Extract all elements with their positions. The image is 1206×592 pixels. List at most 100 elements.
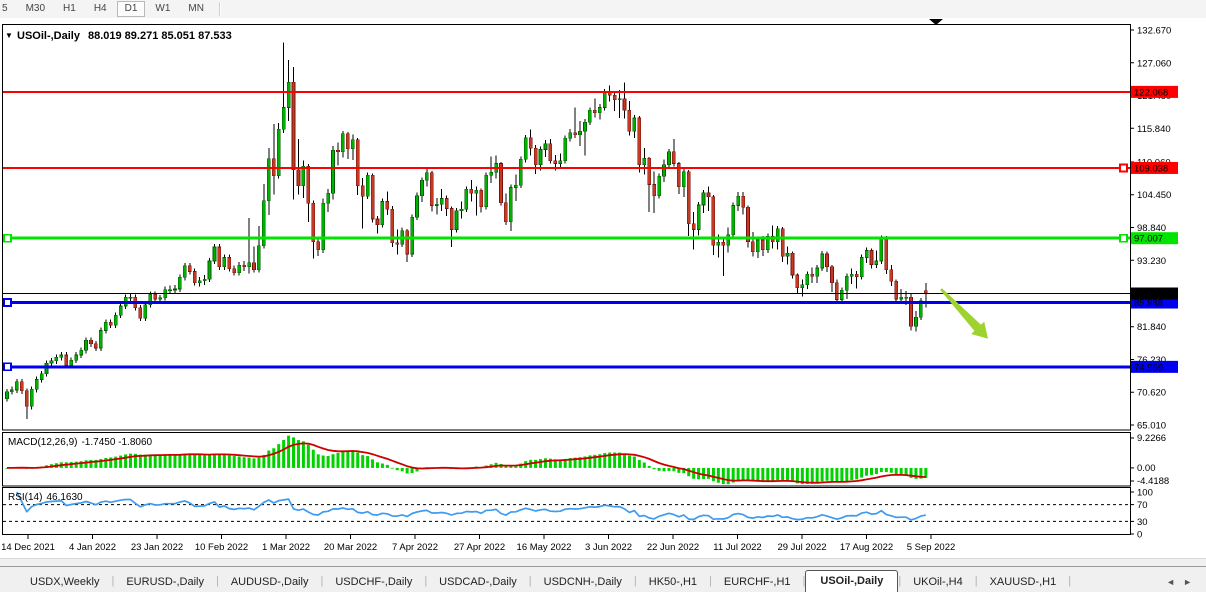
macd-histogram-bar	[628, 456, 631, 468]
tab-usdcad-daily[interactable]: USDCAD-,Daily	[427, 572, 529, 592]
candle-up	[144, 305, 147, 318]
line-handle[interactable]	[4, 363, 11, 370]
candle-down	[504, 203, 507, 222]
macd-histogram-bar	[173, 455, 176, 468]
main-chart-panel[interactable]	[3, 25, 1131, 431]
timeframe-button-H1[interactable]: H1	[55, 1, 84, 17]
macd-histogram-bar	[144, 455, 147, 468]
rsi-panel[interactable]	[3, 488, 1131, 535]
macd-histogram-bar	[307, 445, 310, 468]
candle-up	[178, 277, 181, 289]
tab-xauusd-h1[interactable]: XAUUSD-,H1	[978, 572, 1069, 592]
candle-down	[638, 118, 641, 165]
macd-histogram-bar	[776, 468, 779, 480]
candle-up	[490, 172, 493, 175]
tab-usdx-weekly[interactable]: USDX,Weekly	[18, 572, 111, 592]
tab-separator: |	[1068, 575, 1071, 587]
candle-down	[835, 283, 838, 300]
candle-up	[332, 150, 335, 193]
candle-up	[104, 322, 107, 330]
timeframe-button-H4[interactable]: H4	[86, 1, 115, 17]
macd-histogram-bar	[371, 459, 374, 468]
tab-usdchf-daily[interactable]: USDCHF-,Daily	[323, 572, 424, 592]
candle-up	[816, 268, 819, 276]
candle-up	[663, 165, 666, 177]
candle-up	[203, 279, 206, 281]
line-handle[interactable]	[4, 235, 11, 242]
candle-down	[707, 193, 710, 197]
candle-down	[312, 203, 315, 242]
candle-up	[485, 175, 488, 207]
macd-histogram-bar	[351, 450, 354, 468]
tabs-scroll-right-button[interactable]: ►	[1183, 577, 1192, 587]
macd-histogram-bar	[356, 453, 359, 468]
timeframe-button-D1[interactable]: D1	[117, 1, 146, 17]
candle-down	[317, 242, 320, 250]
macd-histogram-bar	[332, 454, 335, 468]
candle-up	[302, 166, 305, 185]
macd-histogram-bar	[277, 444, 280, 468]
candle-up	[341, 134, 344, 152]
candle-up	[223, 258, 226, 267]
candle-up	[860, 258, 863, 277]
candle-down	[692, 224, 695, 230]
tab-eurusd-daily[interactable]: EURUSD-,Daily	[114, 572, 216, 592]
date-label: 4 Jan 2022	[69, 542, 116, 553]
candle-down	[346, 134, 349, 149]
tabs-scroll-left-button[interactable]: ◄	[1166, 577, 1175, 587]
date-label: 16 May 2022	[517, 542, 572, 553]
macd-histogram-bar	[238, 457, 241, 468]
macd-histogram-bar	[870, 468, 873, 475]
candle-down	[593, 110, 596, 112]
candle-up	[440, 199, 443, 205]
candle-up	[10, 390, 13, 392]
macd-histogram-bar	[213, 454, 216, 468]
candle-up	[821, 254, 824, 268]
timeframe-toolbar: 5M30H1H4D1W1MN	[0, 0, 1206, 19]
candle-down	[193, 272, 196, 283]
tab-eurchf-h1[interactable]: EURCHF-,H1	[712, 572, 803, 592]
macd-histogram-bar	[633, 457, 636, 468]
candle-up	[717, 242, 720, 245]
candle-down	[233, 269, 236, 273]
candle-down	[228, 258, 231, 269]
candle-down	[297, 170, 300, 186]
candle-up	[30, 389, 33, 406]
timeframe-button-W1[interactable]: W1	[147, 1, 178, 17]
tab-ukoil-h4[interactable]: UKOil-,H4	[901, 572, 975, 592]
line-handle[interactable]	[4, 299, 11, 306]
timeframe-button-MN[interactable]: MN	[180, 1, 212, 17]
title-dropdown-icon[interactable]: ▼	[5, 31, 13, 40]
candle-up	[287, 82, 290, 107]
timeframe-button-M30[interactable]: M30	[18, 1, 53, 17]
macd-histogram-bar	[376, 462, 379, 468]
line-handle[interactable]	[1120, 164, 1127, 171]
timeframe-button-5[interactable]: 5	[0, 1, 16, 17]
candle-down	[761, 240, 764, 250]
candle-up	[579, 131, 582, 135]
price-badge-label: 122.068	[1134, 87, 1168, 98]
tab-usoil-daily[interactable]: USOil-,Daily	[805, 570, 898, 592]
macd-histogram-bar	[381, 464, 384, 468]
candle-up	[75, 355, 78, 360]
macd-histogram-bar	[742, 468, 745, 480]
tab-usdcnh-daily[interactable]: USDCNH-,Daily	[532, 572, 634, 592]
tab-hk50-h1[interactable]: HK50-,H1	[637, 572, 709, 592]
candle-up	[238, 265, 241, 273]
date-label: 14 Dec 2021	[1, 542, 55, 553]
macd-histogram-bar	[781, 468, 784, 481]
candle-down	[307, 166, 310, 203]
rsi-scale-label: 30	[1137, 517, 1148, 528]
chart-window[interactable]: 132.670127.060121.450115.840110.060104.4…	[0, 18, 1206, 558]
candle-up	[169, 290, 172, 291]
macd-histogram-bar	[712, 468, 715, 481]
macd-histogram-bar	[653, 468, 656, 469]
tab-audusd-daily[interactable]: AUDUSD-,Daily	[219, 572, 321, 592]
macd-histogram-bar	[302, 441, 305, 468]
candle-up	[416, 196, 419, 218]
macd-histogram-bar	[623, 454, 626, 468]
candle-down	[574, 133, 577, 135]
macd-histogram-bar	[539, 459, 542, 468]
macd-histogram-bar	[672, 468, 675, 471]
line-handle[interactable]	[1120, 235, 1127, 242]
